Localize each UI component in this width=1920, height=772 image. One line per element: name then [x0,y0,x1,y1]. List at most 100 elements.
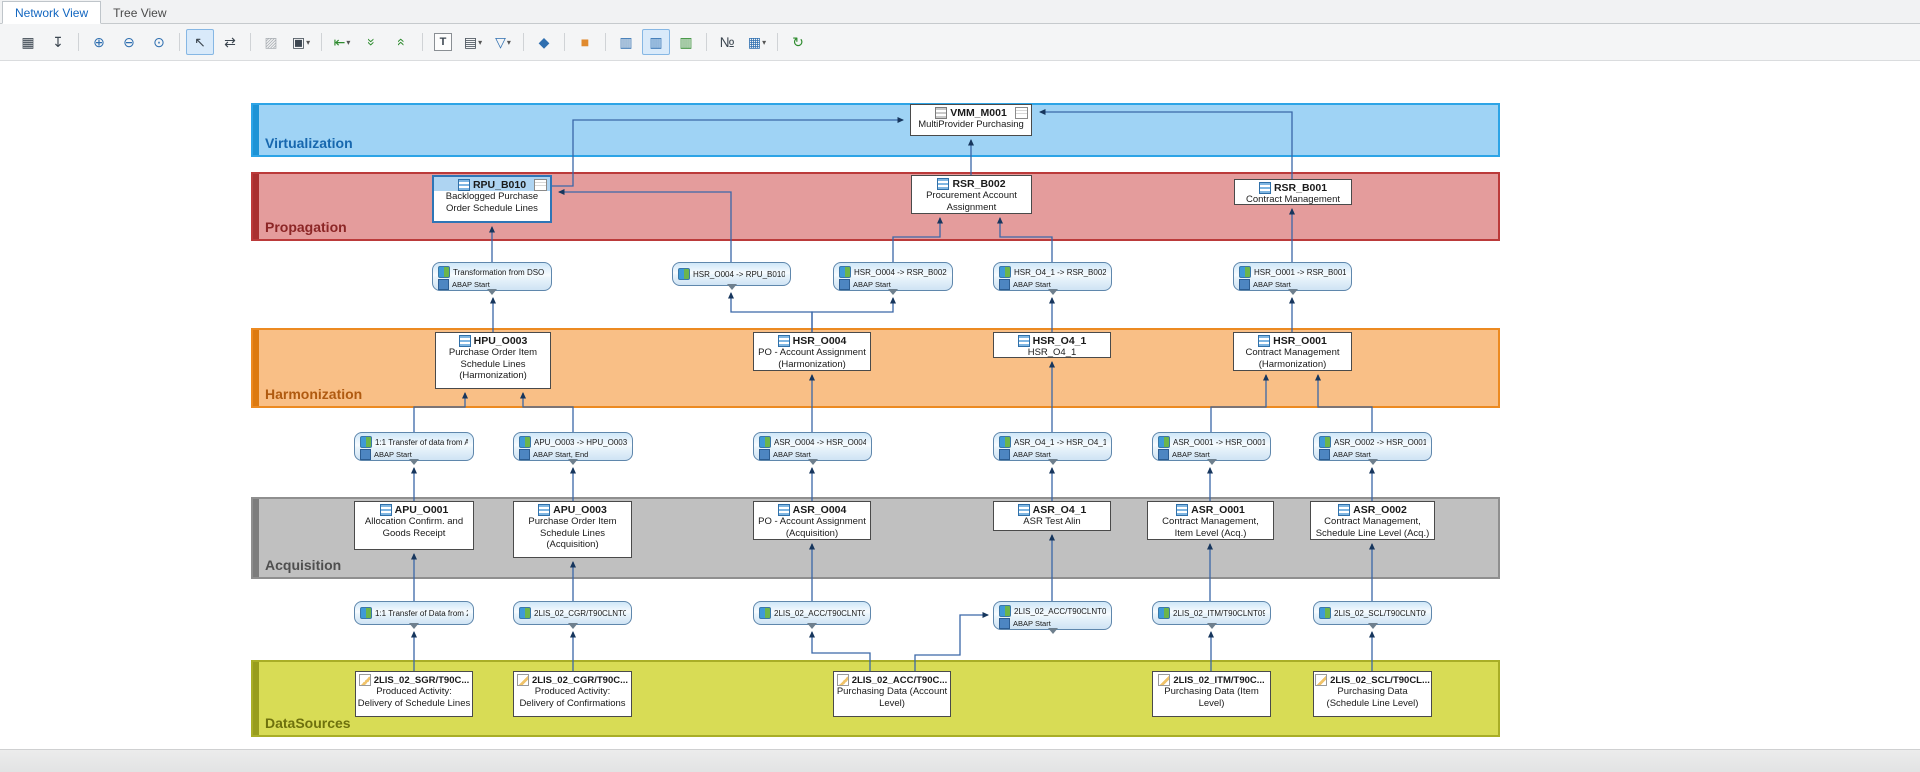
node-hsr_o004[interactable]: HSR_O004PO - Account Assignment(Harmoniz… [753,332,871,371]
toolbar-separator [179,33,180,51]
expand-chevron-icon[interactable] [1207,623,1217,629]
expand-chevron-icon[interactable] [1368,459,1378,465]
node-asr_o4_1[interactable]: ASR_O4_1ASR Test Alin [993,501,1111,531]
zoom-in-icon[interactable]: ⊕ [85,29,113,55]
node-asr_o002[interactable]: ASR_O002Contract Management,Schedule Lin… [1310,501,1435,540]
transformation-t7[interactable]: APU_O003 -> HPU_O003ABAP Start, End [513,432,633,461]
expand-chevron-icon[interactable] [1048,289,1058,295]
node-ds_sgr[interactable]: 2LIS_02_SGR/T90C...Produced Activity:Del… [355,671,473,717]
transformation-t16[interactable]: 2LIS_02_ITM/T90CLNT090 ->... [1152,601,1271,625]
node-hsr_o001[interactable]: HSR_O001Contract Management(Harmonizatio… [1233,332,1352,371]
transformation-t15[interactable]: 2LIS_02_ACC/T90CLNT090 ->...ABAP Start [993,601,1112,630]
node-rsr_b002[interactable]: RSR_B002Procurement AccountAssignment [911,175,1032,214]
table-display-icon-dropdown[interactable]: ▾ [478,38,482,47]
filter-icon-dropdown[interactable]: ▾ [507,38,511,47]
expand-chevron-icon[interactable] [568,623,578,629]
node-subtitle: Procurement Account [912,190,1031,202]
node-style-icon-dropdown[interactable]: ▾ [306,38,310,47]
sequence-icon[interactable]: № [713,29,741,55]
expand-chevron-icon[interactable] [1368,623,1378,629]
node-hpu_o003[interactable]: HPU_O003Purchase Order ItemSchedule Line… [435,332,551,389]
transformation-t6[interactable]: 1:1 Transfer of data from APU...ABAP Sta… [354,432,474,461]
display-mode-alt-icon[interactable]: ▥ [672,29,700,55]
transformation-row: ASR_O004 -> HSR_O004 [759,436,866,448]
layout-grid-icon[interactable]: ▦ [14,29,42,55]
pan-hand-icon-glyph: ⇄ [224,35,236,49]
node-style-icon[interactable]: ▣▾ [287,29,315,55]
table-display-icon[interactable]: ▤▾ [459,29,487,55]
node-ds_acc[interactable]: 2LIS_02_ACC/T90C...Purchasing Data (Acco… [833,671,951,717]
transformation-t9[interactable]: ASR_O4_1 -> HSR_O4_1ABAP Start [993,432,1112,461]
expand-all-icon[interactable]: « [388,29,416,55]
marker-tool-icon[interactable]: ▨ [257,29,285,55]
adso-icon [1018,335,1030,347]
transformation-t11[interactable]: ASR_O002 -> HSR_O001ABAP Start [1313,432,1432,461]
transformation-t12[interactable]: 1:1 Transfer of Data from 2LIS... [354,601,474,625]
node-apu_o001[interactable]: APU_O001Allocation Confirm. andGoods Rec… [354,501,474,550]
tab-network-view[interactable]: Network View [2,1,101,24]
transformation-t17[interactable]: 2LIS_02_SCL/T90CLNT090 ->... [1313,601,1432,625]
node-ds_scl[interactable]: 2LIS_02_SCL/T90CL...Purchasing Data(Sche… [1313,671,1432,717]
expand-chevron-icon[interactable] [487,289,497,295]
expand-chevron-icon[interactable] [1288,289,1298,295]
legend-icon[interactable]: ■ [571,29,599,55]
transformation-t1[interactable]: Transformation from DSO HP...ABAP Start [432,262,552,291]
network-view-canvas[interactable]: VirtualizationPropagationHarmonizationAc… [0,61,1920,749]
datasource-icon [1158,674,1170,686]
refresh-icon[interactable]: ↻ [784,29,812,55]
node-asr_o001[interactable]: ASR_O001Contract Management,Item Level (… [1147,501,1274,540]
chart-options-icon[interactable]: ▦▾ [743,29,771,55]
expand-chevron-icon[interactable] [888,289,898,295]
transformation-t2[interactable]: HSR_O004 -> RPU_B010 [672,262,791,286]
expand-chevron-icon[interactable] [1048,459,1058,465]
node-subtitle: Contract Management [1235,194,1351,206]
node-apu_o003[interactable]: APU_O003Purchase Order ItemSchedule Line… [513,501,632,558]
transformation-t10[interactable]: ASR_O001 -> HSR_O001ABAP Start [1152,432,1271,461]
transformation-t13[interactable]: 2LIS_02_CGR/T90CLNT090 ->... [513,601,632,625]
pan-hand-icon[interactable]: ⇄ [216,29,244,55]
expand-chevron-icon[interactable] [808,459,818,465]
select-cursor-icon[interactable]: ↖ [186,29,214,55]
transformation-icon [519,436,531,448]
node-title-row: ASR_O004 [754,502,870,516]
note-icon[interactable] [1015,107,1028,119]
collapse-all-icon-glyph: » [365,38,379,46]
expand-chevron-icon[interactable] [807,623,817,629]
node-rpu_b010[interactable]: RPU_B010Backlogged PurchaseOrder Schedul… [432,175,552,223]
jump-to-start-icon[interactable]: ⇤▾ [328,29,356,55]
display-mode-network-icon[interactable]: ▥ [612,29,640,55]
node-ds_itm[interactable]: 2LIS_02_ITM/T90C...Purchasing Data (Item… [1152,671,1271,717]
zoom-out-icon[interactable]: ⊖ [115,29,143,55]
display-mode-selected-icon[interactable]: ▥ [642,29,670,55]
transformation-t14[interactable]: 2LIS_02_ACC/T90CLNT090 ->... [753,601,871,625]
zoom-fit-icon[interactable]: ⊙ [145,29,173,55]
jump-to-start-icon-dropdown[interactable]: ▾ [346,38,350,47]
node-vmm_m001[interactable]: VMM_M001MultiProvider Purchasing [910,104,1032,136]
transformation-t8[interactable]: ASR_O004 -> HSR_O004ABAP Start [753,432,872,461]
expand-chevron-icon[interactable] [1048,628,1058,634]
filter-icon[interactable]: ▽▾ [489,29,517,55]
transformation-t3[interactable]: HSR_O004 -> RSR_B002ABAP Start [833,262,953,291]
expand-chevron-icon[interactable] [727,284,737,290]
adso-icon [459,335,471,347]
expand-chevron-icon[interactable] [409,459,419,465]
collapse-all-icon[interactable]: » [358,29,386,55]
transformation-t4[interactable]: HSR_O4_1 -> RSR_B002ABAP Start [993,262,1112,291]
chart-options-icon-dropdown[interactable]: ▾ [762,38,766,47]
expand-chevron-icon[interactable] [568,459,578,465]
node-title-row: RSR_B001 [1235,180,1351,194]
package-icon[interactable]: ◆ [530,29,558,55]
pin-layout-icon[interactable]: ↧ [44,29,72,55]
tab-tree-view[interactable]: Tree View [101,2,178,23]
node-ds_cgr[interactable]: 2LIS_02_CGR/T90C...Produced Activity:Del… [513,671,632,717]
node-title-row: 2LIS_02_CGR/T90C... [514,672,631,686]
node-hsr_o4_1[interactable]: HSR_O4_1HSR_O4_1 [993,332,1111,358]
node-asr_o004[interactable]: ASR_O004PO - Account Assignment(Acquisit… [753,501,871,540]
expand-chevron-icon[interactable] [409,623,419,629]
node-rsr_b001[interactable]: RSR_B001Contract Management [1234,179,1352,205]
transformation-t5[interactable]: HSR_O001 -> RSR_B001ABAP Start [1233,262,1352,291]
text-tool-icon[interactable]: T [429,29,457,55]
expand-chevron-icon[interactable] [1207,459,1217,465]
node-title: 2LIS_02_CGR/T90C... [532,675,628,686]
note-icon[interactable] [534,179,547,191]
